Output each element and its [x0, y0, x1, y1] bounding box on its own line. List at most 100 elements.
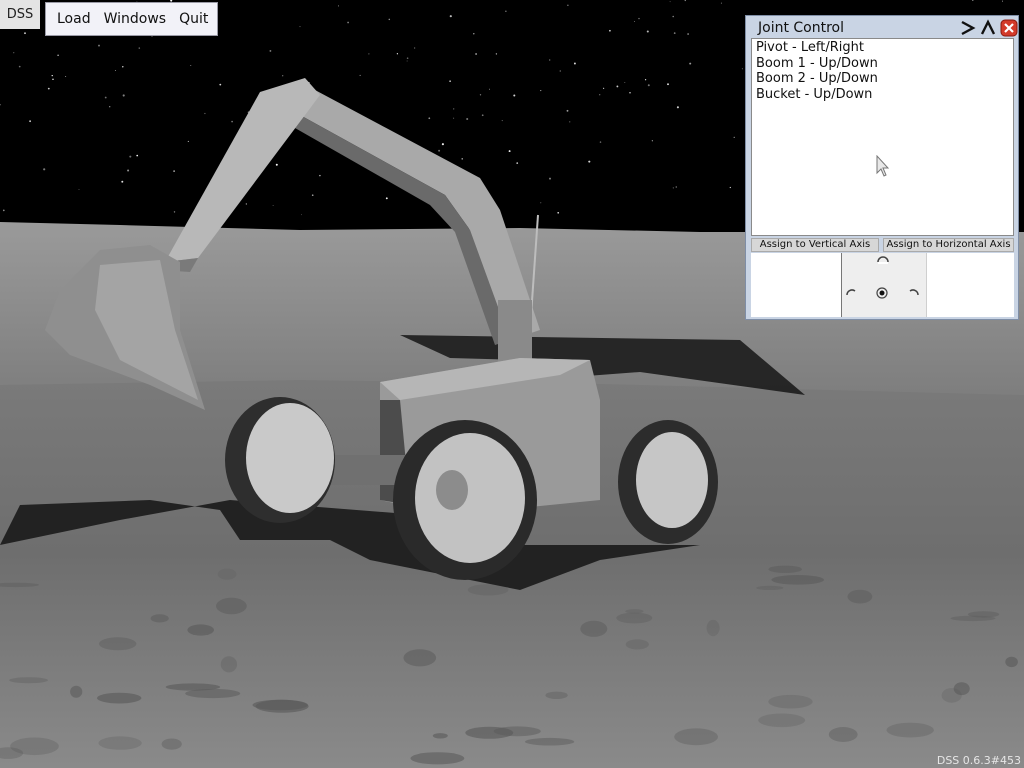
star: [109, 106, 111, 108]
star: [219, 83, 222, 86]
rover-wheel-rear-left: [225, 397, 335, 523]
star: [43, 168, 46, 171]
crater: [847, 589, 873, 604]
menu-windows[interactable]: Windows: [99, 11, 172, 27]
crater: [220, 656, 238, 673]
crater: [967, 611, 1000, 618]
star: [438, 149, 441, 152]
star: [347, 21, 349, 24]
star: [624, 82, 626, 84]
star: [47, 87, 50, 90]
star: [646, 30, 649, 33]
crater: [886, 722, 934, 738]
crater: [97, 692, 142, 704]
star: [122, 94, 125, 97]
star: [2, 209, 5, 212]
crater: [674, 728, 718, 746]
menu-load[interactable]: Load: [52, 11, 96, 27]
star: [299, 26, 301, 28]
star: [311, 194, 314, 197]
crater: [616, 612, 653, 624]
star: [689, 62, 692, 65]
star: [479, 94, 482, 96]
star: [599, 94, 601, 96]
crater: [217, 568, 237, 580]
star: [18, 65, 21, 68]
crater: [771, 575, 824, 585]
star: [461, 158, 463, 160]
crater: [410, 752, 465, 765]
star: [687, 33, 689, 35]
crater: [403, 649, 437, 667]
joint-boom-1[interactable]: Boom 1 - Up/Down: [756, 56, 1013, 72]
star: [275, 163, 278, 166]
star: [566, 109, 569, 112]
star: [638, 17, 640, 20]
star: [441, 143, 444, 146]
star: [449, 15, 452, 18]
crater: [953, 682, 970, 696]
assign-horizontal-axis-button[interactable]: Assign to Horizontal Axis: [883, 238, 1014, 252]
star: [569, 121, 571, 123]
star: [567, 4, 569, 6]
star: [501, 120, 503, 122]
assign-vertical-axis-button[interactable]: Assign to Vertical Axis: [751, 238, 879, 252]
star: [57, 54, 59, 56]
expand-right-icon[interactable]: [959, 19, 977, 37]
star: [136, 154, 139, 157]
star: [428, 117, 431, 120]
joint-bucket[interactable]: Bucket - Up/Down: [756, 87, 1013, 103]
star: [13, 52, 15, 54]
crater: [768, 565, 802, 573]
joystick-up-icon[interactable]: [877, 256, 889, 264]
star: [741, 68, 743, 70]
collapse-up-icon[interactable]: [979, 19, 997, 37]
joystick-center-icon[interactable]: [876, 287, 888, 299]
star: [629, 92, 631, 94]
star: [513, 94, 516, 97]
star: [647, 84, 650, 87]
joint-list[interactable]: Pivot - Left/Right Boom 1 - Up/Down Boom…: [751, 38, 1014, 236]
star: [453, 117, 455, 119]
star: [466, 117, 469, 121]
menu-quit[interactable]: Quit: [174, 11, 213, 27]
star: [599, 141, 602, 143]
star: [388, 18, 391, 21]
star: [396, 53, 399, 55]
joint-control-titlebar[interactable]: Joint Control: [749, 18, 1018, 37]
crater: [1005, 656, 1018, 668]
crater: [756, 585, 784, 591]
crater: [9, 677, 48, 684]
star: [231, 120, 233, 123]
star: [684, 0, 686, 2]
star: [651, 140, 653, 142]
joystick-pad[interactable]: [841, 253, 927, 317]
star: [269, 49, 272, 52]
star: [98, 44, 100, 47]
star: [272, 205, 274, 207]
crater: [768, 694, 813, 709]
crater: [525, 737, 575, 746]
joint-control-window: Joint Control Pivot - Left/Right Boom 1 …: [745, 15, 1019, 320]
star: [138, 47, 141, 49]
star: [516, 162, 519, 164]
star: [609, 29, 611, 32]
star: [475, 53, 478, 55]
rover-wheel-front-right: [618, 420, 718, 544]
star: [122, 66, 124, 68]
crater: [758, 713, 806, 728]
joystick-left-icon[interactable]: [846, 289, 856, 296]
joint-boom-2[interactable]: Boom 2 - Up/Down: [756, 71, 1013, 87]
crater: [252, 699, 308, 711]
star: [29, 120, 31, 123]
star: [729, 186, 731, 189]
joystick-right-icon[interactable]: [909, 289, 919, 296]
crater: [99, 637, 137, 651]
close-icon[interactable]: [1000, 19, 1018, 37]
joint-pivot[interactable]: Pivot - Left/Right: [756, 40, 1013, 56]
star: [675, 186, 677, 188]
star: [449, 80, 451, 82]
mouse-cursor-icon: [876, 155, 890, 177]
app-name-label: DSS: [0, 0, 40, 29]
crater: [216, 597, 247, 615]
